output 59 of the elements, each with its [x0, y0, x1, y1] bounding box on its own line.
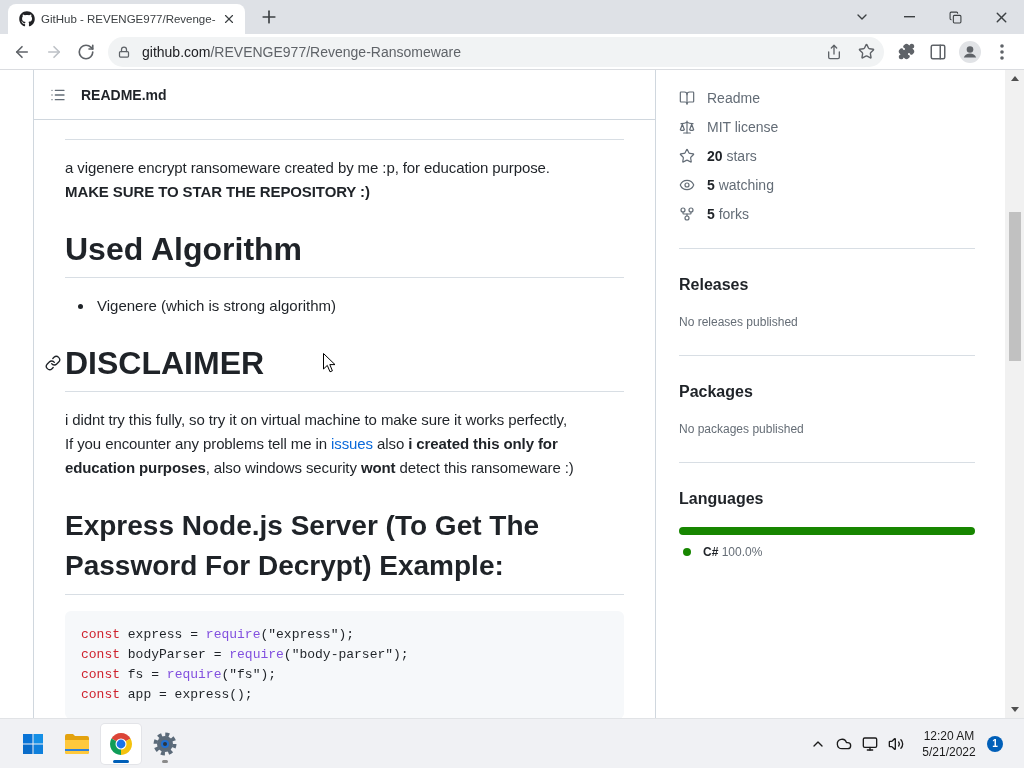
star-icon	[679, 148, 695, 164]
scroll-down-arrow-icon[interactable]	[1010, 707, 1019, 712]
reload-icon	[77, 42, 95, 61]
watchers-link[interactable]: 5 watching	[679, 175, 774, 195]
network-icon	[862, 735, 878, 752]
scroll-up-arrow-icon[interactable]	[1010, 76, 1019, 81]
scrollbar[interactable]	[1005, 70, 1024, 718]
section-title: Languages	[679, 489, 765, 509]
side-panel-icon	[929, 42, 947, 61]
gear-icon	[153, 731, 177, 756]
file-name: README.md	[81, 86, 167, 103]
stars-link[interactable]: 20 stars	[679, 146, 757, 166]
heading: Express Node.js Server (To Get The Password For Decrypt) Example:	[65, 510, 540, 581]
section-note: No packages published	[679, 421, 805, 438]
star-icon	[857, 43, 875, 60]
restore-icon	[948, 10, 962, 24]
fork-icon	[679, 206, 695, 222]
link-icon[interactable]	[45, 355, 61, 371]
browser-button[interactable]	[101, 723, 141, 764]
close-icon	[222, 12, 236, 26]
scrollbar-thumb[interactable]	[1008, 212, 1021, 361]
notification-badge[interactable]: 1	[987, 735, 1003, 752]
issues-link[interactable]: issues	[331, 435, 373, 452]
language-link[interactable]: C# 100.0%	[683, 543, 763, 561]
license-link[interactable]: MIT license	[679, 117, 779, 137]
cat-logo-icon	[19, 11, 35, 27]
code-line: const express = require("express");	[81, 626, 356, 644]
code-line: const app = express();	[81, 686, 254, 704]
start-icon	[23, 733, 43, 754]
paragraph: a vigenere encrypt ransomeware created by me :p, for education purpose. MAKE SURE TO STAR THE REPOSITORY :)	[65, 158, 551, 202]
share-icon	[826, 43, 842, 60]
book-icon	[679, 90, 695, 106]
section-title: Releases	[679, 275, 750, 295]
section-note: No releases published	[679, 314, 799, 331]
profile-avatar-icon	[959, 40, 981, 63]
code-line: const fs = require("fs");	[81, 666, 278, 684]
puzzle-icon	[897, 43, 915, 60]
volume-icon	[888, 735, 904, 752]
address-bar[interactable]: github.com/REVENGE977/Revenge-Ransomeware	[108, 36, 884, 67]
heading: Used Algorithm	[65, 231, 303, 267]
list-item-text: Vigenere (which is strong algorithm)	[97, 296, 336, 316]
bullet-icon	[78, 303, 83, 309]
section-title: Packages	[679, 382, 754, 402]
lock-icon	[118, 45, 130, 58]
menu-icon	[1000, 43, 1004, 60]
browser-logo-icon	[110, 732, 132, 755]
code-line: const bodyParser = require("body-parser");	[81, 646, 410, 664]
scale-icon	[679, 119, 695, 135]
minimize-icon	[903, 16, 915, 18]
mouse-pointer-icon	[323, 353, 336, 373]
heading: DISCLAIMER	[65, 345, 265, 381]
folder-icon	[65, 733, 89, 754]
readme-link[interactable]: Readme	[679, 88, 760, 108]
clock-time: 12:20 AM	[923, 727, 975, 744]
paragraph: i didnt try this fully, so try it on virtual machine to make sure it works perfectly, If you encounter any problems tell me in issues also i created this only for education purposes, also windows security wont detect this ransomeware :)	[65, 410, 575, 478]
forks-link[interactable]: 5 forks	[679, 204, 750, 224]
browser-tab[interactable]: GitHub - REVENGE977/Revenge-	[8, 4, 245, 34]
clock-date: 5/21/2022	[922, 743, 976, 760]
eye-icon	[679, 177, 695, 193]
